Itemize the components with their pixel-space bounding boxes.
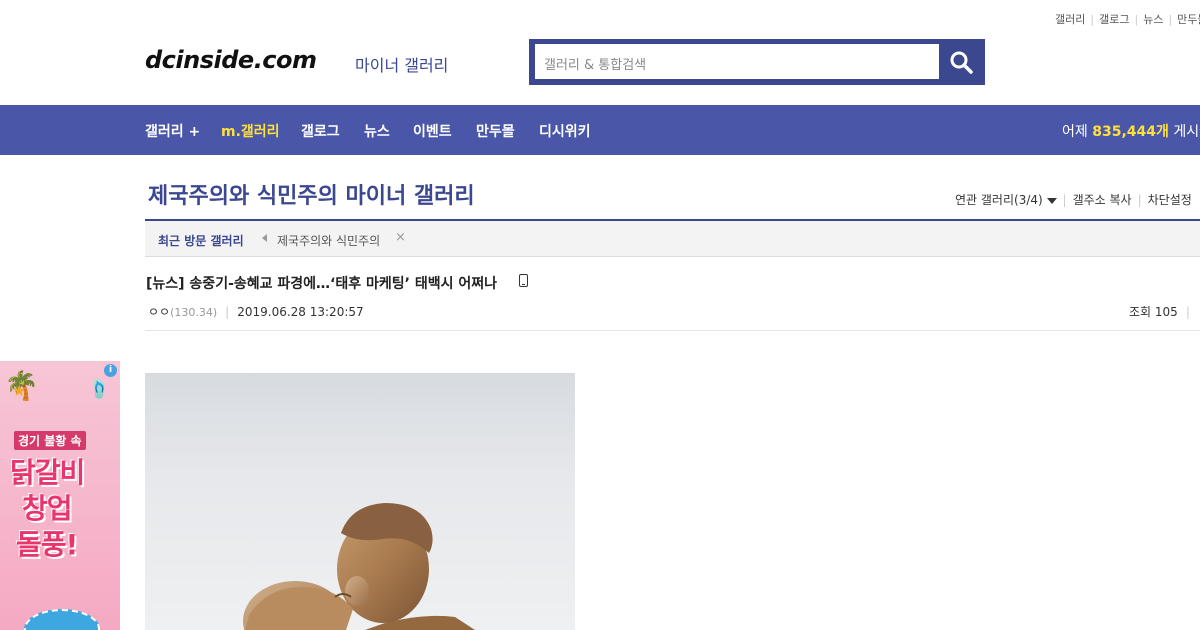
- side-ad-banner[interactable]: i 🌴 ★ 🩴 경기 불황 속 닭갈비 창업 돌풍!: [0, 361, 120, 630]
- nav-wiki[interactable]: 디시위키: [539, 121, 591, 141]
- caret-down-icon: [1046, 197, 1057, 204]
- divider: [145, 330, 1200, 331]
- post-meta: ㅇㅇ(130.34) | 2019.06.28 13:20:57: [148, 305, 364, 319]
- ad-text-3: 창업: [22, 492, 73, 525]
- gallery-title[interactable]: 제국주의와 식민주의 마이너 갤러리: [148, 178, 475, 210]
- yesterday-post-count: 어제 835,444개 게시글: [1062, 124, 1200, 140]
- mobile-icon: [519, 274, 528, 287]
- block-settings-button[interactable]: 차단설정: [1148, 193, 1192, 207]
- statue-image: [243, 503, 475, 630]
- recent-label: 최근 방문 갤러리: [158, 234, 244, 248]
- recent-galleries-bar: 최근 방문 갤러리 제국주의와 식민주의 ×: [145, 221, 1200, 257]
- nav-mandu[interactable]: 만두몰: [476, 121, 515, 141]
- minor-gallery-link[interactable]: 마이너 갤러리: [355, 52, 448, 76]
- recent-gallery-item[interactable]: 제국주의와 식민주의: [277, 232, 380, 249]
- ad-text-1: 경기 불황 속: [14, 431, 86, 450]
- search-input[interactable]: 갤러리 & 통합검색: [535, 44, 939, 79]
- top-link-gallery[interactable]: 갤러리: [1055, 13, 1085, 26]
- close-icon[interactable]: ×: [395, 230, 406, 245]
- related-gallery-button[interactable]: 연관 갤러리(3/4): [955, 193, 1057, 207]
- nav-event[interactable]: 이벤트: [413, 121, 452, 141]
- post-title: [뉴스] 송중기-송혜교 파경에…‘태후 마케팅’ 태백시 어쩌나: [146, 276, 497, 292]
- prev-arrow-icon[interactable]: [262, 234, 267, 242]
- ad-badge: [24, 609, 100, 630]
- main-nav: 갤러리 + m.갤러리 갤로그 뉴스 이벤트 만두몰 디시위키 어제 835,4…: [0, 105, 1200, 155]
- gallery-tools: 연관 갤러리(3/4) | 갤주소 복사 | 차단설정: [955, 193, 1192, 207]
- nav-gallog[interactable]: 갤로그: [301, 121, 340, 141]
- nav-gallery[interactable]: 갤러리 +: [145, 121, 200, 141]
- view-count: 조회 105 |: [1129, 305, 1190, 319]
- top-link-gallog[interactable]: 갤로그: [1099, 13, 1129, 26]
- search-button[interactable]: [941, 44, 981, 79]
- ad-text-4: 돌풍!: [16, 528, 78, 561]
- author-name[interactable]: ㅇㅇ: [148, 305, 170, 319]
- copy-url-button[interactable]: 갤주소 복사: [1073, 193, 1132, 207]
- top-link-mandu[interactable]: 만두몰: [1177, 13, 1200, 26]
- top-links: 갤러리|갤로그|뉴스|만두몰: [1055, 11, 1200, 27]
- site-logo[interactable]: dcinside.com: [145, 46, 317, 74]
- nav-m-gallery[interactable]: m.갤러리: [221, 121, 280, 141]
- author-ip: (130.34): [170, 306, 218, 319]
- search-icon: [950, 51, 973, 74]
- ad-info-icon[interactable]: i: [104, 364, 117, 377]
- post-datetime: 2019.06.28 13:20:57: [237, 305, 364, 319]
- starfish-icon: ★: [12, 381, 27, 400]
- ad-text-2: 닭갈비: [10, 456, 85, 489]
- post-image: [145, 373, 575, 630]
- nav-news[interactable]: 뉴스: [364, 121, 390, 141]
- search-box: 갤러리 & 통합검색: [529, 39, 985, 85]
- sandal-icon: 🩴: [88, 379, 111, 400]
- top-link-news[interactable]: 뉴스: [1143, 13, 1163, 26]
